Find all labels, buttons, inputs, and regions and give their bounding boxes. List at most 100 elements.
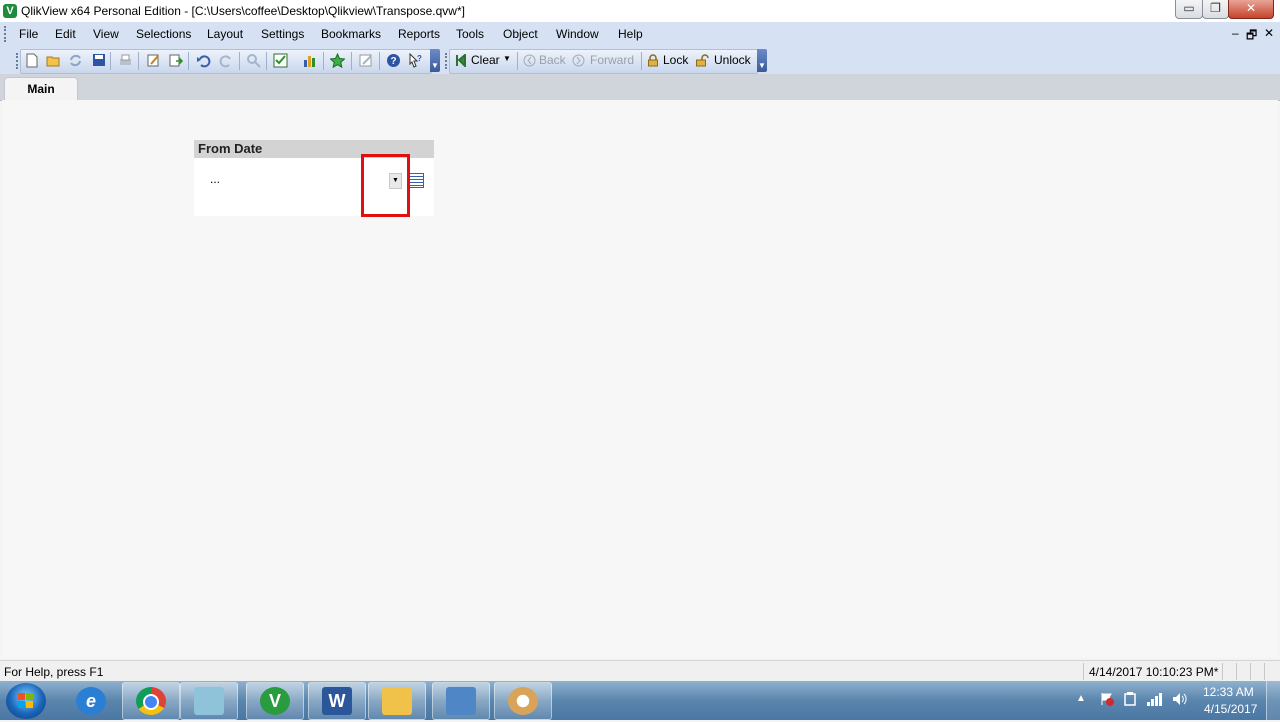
menu-view[interactable]: View bbox=[93, 27, 119, 41]
qlikview-app-icon[interactable]: V bbox=[3, 4, 17, 18]
toolbar-separator bbox=[379, 52, 380, 70]
status-separator bbox=[1222, 663, 1223, 680]
internet-explorer-icon: e bbox=[76, 687, 106, 715]
forward-arrow-icon bbox=[572, 54, 585, 67]
back-arrow-icon bbox=[523, 54, 536, 67]
paint-icon bbox=[508, 687, 538, 715]
status-separator bbox=[1264, 663, 1265, 680]
restore-button[interactable]: ❐ bbox=[1202, 0, 1229, 19]
menu-file[interactable]: File bbox=[19, 27, 38, 41]
show-desktop-button[interactable] bbox=[1266, 681, 1280, 720]
toolbar-overflow-button[interactable]: ▼ bbox=[430, 49, 440, 72]
check-icon[interactable] bbox=[273, 53, 288, 68]
clock-time[interactable]: 12:33 AM bbox=[1203, 685, 1254, 699]
menu-layout[interactable]: Layout bbox=[207, 27, 243, 41]
taskbar-chrome[interactable] bbox=[122, 682, 180, 720]
toolbar-separator bbox=[323, 52, 324, 70]
tab-main[interactable]: Main bbox=[4, 77, 78, 101]
print-icon[interactable] bbox=[118, 53, 133, 68]
chevron-down-icon[interactable]: ▼ bbox=[503, 54, 511, 63]
mdi-minimize-button[interactable]: – bbox=[1232, 26, 1239, 40]
sheet-tab-row: Main bbox=[0, 74, 1280, 101]
taskbar-paint[interactable] bbox=[494, 682, 552, 720]
toolbar-separator bbox=[110, 52, 111, 70]
start-button[interactable] bbox=[6, 683, 46, 719]
unlock-icon bbox=[695, 54, 709, 67]
unlock-label: Unlock bbox=[714, 53, 751, 67]
star-icon[interactable] bbox=[329, 52, 346, 69]
status-bar: For Help, press F1 4/14/2017 10:10:23 PM… bbox=[0, 660, 1280, 682]
action-center-flag-icon[interactable] bbox=[1099, 691, 1115, 710]
toolbar-separator bbox=[239, 52, 240, 70]
menu-selections[interactable]: Selections bbox=[136, 27, 191, 41]
save-icon[interactable] bbox=[91, 53, 106, 68]
lock-icon bbox=[647, 54, 659, 67]
forward-button[interactable]: Forward bbox=[572, 52, 636, 70]
open-icon[interactable] bbox=[46, 53, 61, 68]
clear-button[interactable]: Clear ▼ bbox=[453, 52, 515, 70]
taskbar-qlikview[interactable]: V bbox=[246, 682, 304, 720]
svg-text:?: ? bbox=[417, 54, 422, 63]
menu-bar: File Edit View Selections Layout Setting… bbox=[0, 22, 1280, 46]
lock-label: Lock bbox=[663, 53, 689, 67]
taskbar-word[interactable]: W bbox=[308, 682, 366, 720]
taskbar-control-panel[interactable] bbox=[432, 682, 490, 720]
chrome-icon bbox=[136, 687, 166, 715]
toolbar-separator bbox=[138, 52, 139, 70]
menu-help[interactable]: Help bbox=[618, 27, 643, 41]
status-help-text: For Help, press F1 bbox=[4, 665, 104, 679]
toolbar-separator bbox=[266, 52, 267, 70]
reload-icon[interactable] bbox=[68, 53, 83, 68]
close-button[interactable]: ✕ bbox=[1228, 0, 1274, 19]
nav-toolbar-overflow-button[interactable]: ▼ bbox=[757, 49, 767, 72]
calendar-icon[interactable] bbox=[408, 173, 424, 188]
taskbar-file-explorer[interactable] bbox=[368, 682, 426, 720]
unlock-button[interactable]: Unlock bbox=[695, 52, 755, 70]
undo-icon[interactable] bbox=[196, 53, 211, 68]
app-window-icon bbox=[194, 687, 224, 715]
chart-icon[interactable] bbox=[302, 53, 317, 68]
menu-settings[interactable]: Settings bbox=[261, 27, 304, 41]
clear-icon bbox=[455, 52, 467, 69]
input-box-caption-label: From Date bbox=[198, 141, 263, 156]
clear-label: Clear bbox=[471, 53, 500, 67]
status-separator bbox=[1236, 663, 1237, 680]
mdi-restore-button[interactable]: 🗗 bbox=[1246, 26, 1257, 47]
clock-date[interactable]: 4/15/2017 bbox=[1204, 702, 1257, 716]
highlight-rectangle bbox=[361, 154, 410, 217]
show-hidden-icons-button[interactable]: ▲ bbox=[1076, 693, 1086, 704]
control-panel-icon bbox=[446, 687, 476, 715]
windows-logo-icon bbox=[18, 693, 33, 708]
taskbar-internet-explorer[interactable]: e bbox=[62, 682, 120, 720]
status-separator bbox=[1083, 663, 1084, 680]
search-icon[interactable] bbox=[246, 53, 261, 68]
window-title: QlikView x64 Personal Edition - [C:\User… bbox=[21, 4, 465, 18]
volume-icon[interactable] bbox=[1171, 691, 1189, 710]
lock-button[interactable]: Lock bbox=[647, 52, 691, 70]
export-icon[interactable] bbox=[168, 53, 184, 68]
from-date-value[interactable]: ... bbox=[210, 172, 220, 186]
menu-window[interactable]: Window bbox=[556, 27, 599, 41]
edit-script-icon[interactable] bbox=[146, 53, 161, 68]
menu-grip[interactable] bbox=[4, 26, 8, 42]
minimize-button[interactable]: ▭ bbox=[1175, 0, 1203, 19]
back-label: Back bbox=[539, 53, 566, 67]
menu-edit[interactable]: Edit bbox=[55, 27, 76, 41]
network-signal-icon[interactable] bbox=[1146, 691, 1164, 710]
menu-object[interactable]: Object bbox=[503, 27, 538, 41]
status-datetime: 4/14/2017 10:10:23 PM* bbox=[1089, 665, 1219, 679]
menu-reports[interactable]: Reports bbox=[398, 27, 440, 41]
menu-tools[interactable]: Tools bbox=[456, 27, 484, 41]
edit-icon[interactable] bbox=[359, 53, 374, 68]
power-icon[interactable] bbox=[1123, 691, 1137, 710]
redo-icon[interactable] bbox=[219, 53, 234, 68]
help-icon[interactable]: ? bbox=[386, 53, 401, 68]
new-icon[interactable] bbox=[24, 53, 39, 68]
mdi-close-button[interactable]: ✕ bbox=[1264, 26, 1274, 40]
qlikview-icon: V bbox=[260, 687, 290, 715]
taskbar-app[interactable] bbox=[180, 682, 238, 720]
forward-label: Forward bbox=[590, 53, 635, 67]
context-help-icon[interactable]: ? bbox=[408, 52, 423, 68]
back-button[interactable]: Back bbox=[523, 52, 569, 70]
menu-bookmarks[interactable]: Bookmarks bbox=[321, 27, 381, 41]
